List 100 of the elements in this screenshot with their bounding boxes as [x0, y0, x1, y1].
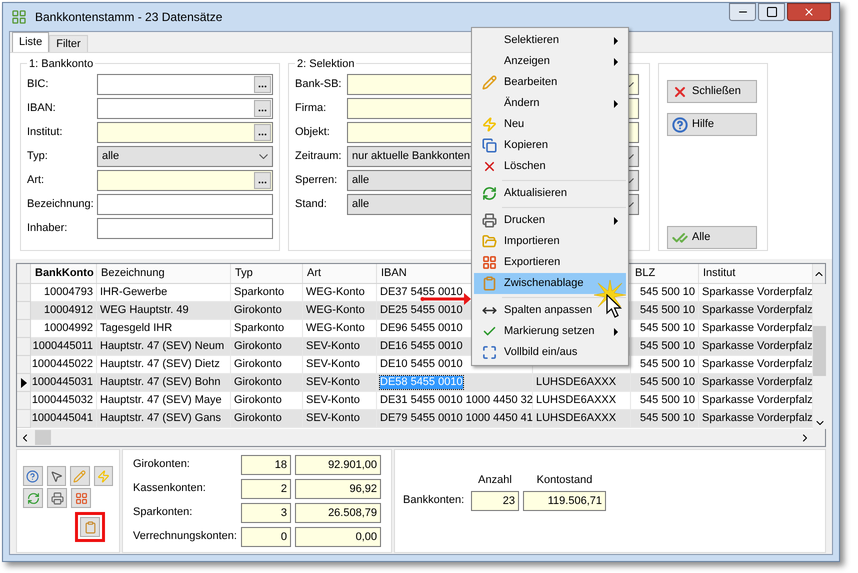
input-field[interactable] — [97, 194, 273, 214]
table-cell: SEV-Konto — [306, 340, 360, 353]
close-icon — [803, 6, 815, 18]
field-label: Institut: — [27, 124, 64, 140]
field-label: Objekt: — [295, 124, 331, 140]
action-button[interactable]: Alle — [667, 226, 757, 249]
scroll-thumb[interactable] — [813, 326, 826, 376]
menu-item[interactable]: Zwischenablage — [474, 273, 626, 294]
summary-label: Verrechnungskonten: — [133, 529, 237, 544]
field-label: Typ: — [27, 148, 49, 164]
table-cell: SEV-Konto — [306, 412, 360, 425]
horizontal-scrollbar[interactable] — [17, 429, 825, 446]
totals-label: Bankkonten: — [403, 493, 466, 508]
menu-item[interactable]: Kopieren — [474, 135, 626, 156]
table-cell: DE96 5455 0010 — [380, 322, 463, 335]
table-cell: Hauptstr. 47 (SEV) Dietz — [100, 358, 220, 371]
input-field[interactable] — [97, 122, 273, 142]
table-cell: 1000445031 — [32, 376, 93, 389]
table-cell: 545 500 10 — [640, 304, 695, 317]
ellipsis-button[interactable] — [254, 100, 271, 116]
mouse-cursor-icon — [606, 294, 622, 318]
table-cell: Sparkonto — [234, 286, 284, 299]
field-label: Sperren: — [295, 172, 338, 188]
table-cell: Sparkasse Vorderpfalz — [702, 322, 813, 335]
table-row[interactable]: 1000445041 Hauptstr. 47 (SEV) Gans Girokonto SEV-Konto DE79 5455 0010 1000 4450 41 LUHSDE6AXXX 545 500 10 Sparkasse Vorderpfalz — [17, 410, 813, 428]
input-field[interactable] — [97, 218, 273, 238]
toolbar-button[interactable] — [46, 466, 66, 486]
table-cell: DE10 5455 0010 — [380, 358, 463, 371]
table-cell: DE79 5455 0010 1000 4450 41 — [380, 412, 533, 425]
menu-item[interactable]: Bearbeiten — [474, 72, 626, 93]
input-field[interactable] — [97, 98, 273, 118]
table-cell: LUHSDE6AXXX — [536, 394, 616, 407]
menu-item[interactable]: Anzeigen — [474, 51, 626, 72]
table-row[interactable]: 1000445032 Hauptstr. 47 (SEV) Maye Girokonto SEV-Konto DE31 5455 0010 1000 4450 32 LUHSDE6AXXX 545 500 10 Sparkasse Vorderpfalz — [17, 392, 813, 410]
grid-icon — [482, 255, 496, 270]
toolbar-button[interactable] — [23, 466, 42, 486]
count-field: 3 — [241, 502, 291, 522]
grid-icon — [74, 492, 88, 504]
menu-item[interactable]: Importieren — [474, 231, 626, 252]
ellipsis-icon — [258, 108, 267, 112]
menu-item[interactable]: Neu — [474, 114, 626, 135]
ellipsis-button[interactable] — [254, 124, 271, 140]
table-cell: Hauptstr. 47 (SEV) Neum — [100, 340, 224, 353]
tab[interactable]: Liste — [12, 32, 50, 52]
table-cell: Hauptstr. 47 (SEV) Gans — [100, 412, 222, 425]
field-label: Bank-SB: — [295, 76, 342, 92]
refresh-icon — [482, 186, 496, 201]
chevron-down-icon — [259, 154, 268, 158]
scroll-thumb[interactable] — [35, 430, 51, 445]
column-header[interactable]: BankKonto — [31, 264, 97, 283]
table-row[interactable]: 1000445031 Hauptstr. 47 (SEV) Bohn Girokonto SEV-Konto DE58 5455 0010 LUHSDE6AXXX 545 500 10 Sparkasse Vorderpfalz — [17, 374, 813, 392]
column-heading: Kontostand — [536, 473, 594, 488]
field-label: IBAN: — [27, 100, 57, 116]
column-header[interactable]: Art — [303, 264, 377, 283]
amount-field: 0,00 — [295, 526, 381, 546]
tab[interactable]: Filter — [49, 35, 88, 52]
action-button[interactable]: Schließen — [667, 80, 757, 103]
amount-field: 26.508,79 — [295, 502, 381, 522]
menu-item[interactable]: Selektieren — [474, 30, 626, 51]
table-cell: 545 500 10 — [640, 358, 695, 371]
copy-icon — [482, 138, 496, 153]
table-cell: 10004992 — [44, 322, 93, 335]
dropdown[interactable]: alle — [97, 146, 273, 166]
table-cell: 1000445022 — [32, 358, 93, 371]
table-cell: Girokonto — [234, 376, 282, 389]
lightning-icon — [96, 470, 110, 482]
table-cell: Tagesgeld IHR — [100, 322, 172, 335]
app-icon — [11, 9, 27, 25]
clipboard-icon — [84, 520, 96, 534]
table-cell: Sparkasse Vorderpfalz — [702, 340, 813, 353]
column-header[interactable]: Bezeichnung — [97, 264, 231, 283]
table-cell: IHR-Gewerbe — [100, 286, 168, 299]
row-header[interactable] — [17, 374, 31, 392]
action-button[interactable]: Hilfe — [667, 113, 757, 136]
maximize-icon — [766, 6, 778, 18]
ellipsis-button[interactable] — [254, 76, 271, 92]
column-header[interactable]: Typ — [231, 264, 303, 283]
input-field[interactable] — [97, 170, 273, 190]
table-cell: Girokonto — [234, 304, 282, 317]
count-field: 23 — [471, 490, 519, 510]
maximize-button[interactable] — [758, 3, 785, 21]
table-cell: 545 500 10 — [640, 412, 695, 425]
ellipsis-icon — [258, 84, 267, 88]
menu-item[interactable]: Ändern — [474, 93, 626, 114]
toolbar-button[interactable] — [71, 488, 91, 508]
ellipsis-button[interactable] — [254, 172, 271, 188]
field-label: Zeitraum: — [295, 148, 342, 164]
amount-field: 92.901,00 — [295, 454, 381, 474]
menu-item[interactable]: Aktualisieren — [474, 183, 626, 204]
close-button[interactable] — [787, 3, 831, 21]
table-cell: SEV-Konto — [306, 376, 360, 389]
menu-item[interactable]: Löschen — [474, 156, 626, 177]
menu-item[interactable]: Drucken — [474, 210, 626, 231]
table-cell: Sparkasse Vorderpfalz — [702, 376, 813, 389]
table-cell: 545 500 10 — [640, 394, 695, 407]
amount-field: 119.506,71 — [523, 490, 606, 510]
input-field[interactable] — [97, 74, 273, 94]
column-header[interactable]: BLZ — [631, 264, 699, 283]
toolbar-button[interactable] — [47, 488, 67, 508]
count-field: 18 — [241, 454, 291, 474]
